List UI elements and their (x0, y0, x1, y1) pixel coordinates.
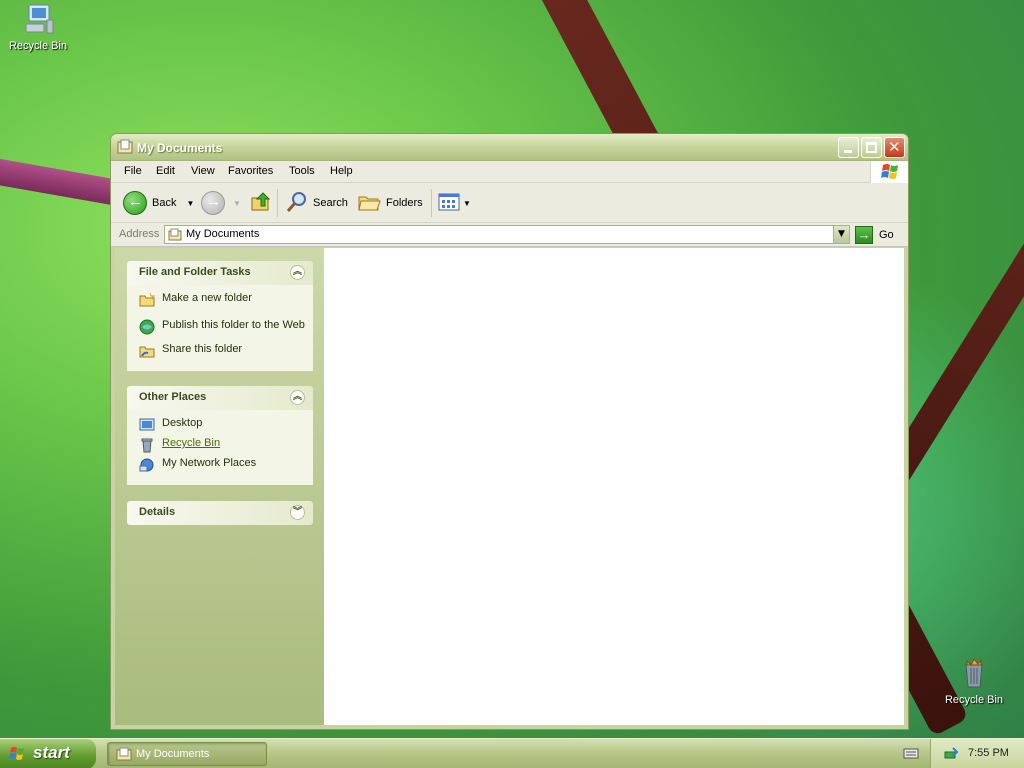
menu-file[interactable]: File (124, 165, 142, 177)
share-folder-icon (139, 343, 155, 359)
computer-icon (21, 2, 55, 36)
minimize-icon (844, 150, 852, 153)
recycle-bin-full-icon (957, 656, 991, 690)
other-places-panel: Other Places ︽ Desktop Recycle Bin My Ne… (127, 386, 313, 485)
window-title: My Documents (137, 141, 223, 155)
collapse-chevron-icon[interactable]: ︽ (290, 265, 305, 280)
desktop-icon-label: Recycle Bin (8, 40, 68, 52)
desktop-icon (139, 417, 155, 433)
address-value: My Documents (186, 228, 260, 240)
details-panel: Details ︾ (127, 501, 313, 525)
go-label: Go (879, 228, 894, 241)
panel-header[interactable]: Other Places ︽ (127, 386, 313, 410)
folder-documents-icon (117, 139, 133, 154)
taskbar-item-label: My Documents (136, 748, 210, 760)
place-recycle-bin[interactable]: Recycle Bin (127, 437, 313, 457)
folder-documents-icon (116, 747, 132, 761)
search-label: Search (313, 197, 348, 209)
back-button[interactable]: ← Back ▼ (123, 189, 194, 217)
menu-edit[interactable]: Edit (156, 165, 175, 177)
minimize-button[interactable] (838, 137, 859, 158)
standard-toolbar: ← Back ▼ → ▼ Search Folders ▼ (111, 183, 908, 223)
forward-button[interactable]: → ▼ (201, 189, 241, 217)
panel-header[interactable]: Details ︾ (127, 501, 313, 525)
network-places-icon (139, 457, 155, 473)
forward-arrow-icon: → (201, 191, 225, 215)
windows-flag-icon (9, 746, 26, 762)
address-label: Address (119, 228, 160, 240)
taskbar-item-my-documents[interactable]: My Documents (107, 742, 267, 766)
menu-bar: File Edit View Favorites Tools Help (111, 161, 908, 183)
explorer-window: My Documents ✕ File Edit View Favorites … (110, 133, 909, 730)
up-folder-icon (250, 191, 272, 216)
folders-icon (357, 191, 381, 216)
menu-tools[interactable]: Tools (289, 165, 315, 177)
start-button[interactable]: start (0, 739, 96, 768)
address-dropdown-icon[interactable]: ▼ (833, 226, 849, 243)
safely-remove-hardware-icon[interactable] (943, 746, 959, 762)
up-folder-button[interactable] (250, 189, 272, 217)
task-share-folder[interactable]: Share this folder (127, 343, 313, 363)
panel-title: Details (139, 506, 176, 518)
recycle-bin-icon (139, 437, 155, 453)
address-input[interactable]: My Documents ▼ (164, 225, 850, 244)
menu-favorites[interactable]: Favorites (228, 165, 273, 177)
views-icon (438, 192, 460, 215)
back-label: Back (152, 197, 177, 209)
menu-view[interactable]: View (191, 165, 215, 177)
explorer-body: File and Folder Tasks ︽ Make a new folde… (115, 248, 904, 725)
panel-title: Other Places (139, 391, 207, 403)
desktop-icon-recycle-bin[interactable]: Recycle Bin (936, 656, 1012, 706)
task-pane: File and Folder Tasks ︽ Make a new folde… (115, 248, 324, 725)
task-publish-folder-web[interactable]: Publish this folder to the Web (127, 319, 313, 339)
system-tray: 7:55 PM (930, 739, 1024, 768)
menu-help[interactable]: Help (330, 165, 353, 177)
task-make-new-folder[interactable]: Make a new folder (127, 292, 313, 312)
folders-button[interactable]: Folders (357, 189, 423, 217)
desktop-icon-label: Recycle Bin (944, 694, 1004, 706)
go-arrow-icon: → (855, 225, 873, 244)
panel-header[interactable]: File and Folder Tasks ︽ (127, 261, 313, 285)
folders-label: Folders (386, 197, 423, 209)
views-dropdown-icon[interactable]: ▼ (463, 199, 471, 208)
go-button[interactable]: → Go (855, 225, 894, 244)
maximize-icon (866, 142, 877, 153)
close-button[interactable]: ✕ (884, 137, 905, 158)
forward-dropdown-icon[interactable]: ▼ (233, 199, 241, 208)
desktop-icon-recycle-bin-top[interactable]: Recycle Bin (0, 2, 76, 52)
views-button[interactable]: ▼ (438, 189, 471, 217)
keyboard-icon[interactable] (903, 746, 919, 760)
address-bar: Address My Documents ▼ → Go (111, 223, 908, 247)
close-icon: ✕ (888, 138, 901, 156)
publish-web-icon (139, 319, 155, 335)
panel-title: File and Folder Tasks (139, 266, 251, 278)
place-my-network-places[interactable]: My Network Places (127, 457, 313, 477)
search-button[interactable]: Search (285, 189, 348, 217)
search-icon (285, 190, 309, 217)
start-label: start (33, 743, 70, 762)
expand-chevron-icon[interactable]: ︾ (290, 505, 305, 520)
folder-content-area[interactable] (324, 248, 904, 725)
back-arrow-icon: ← (123, 191, 147, 215)
maximize-button[interactable] (861, 137, 882, 158)
windows-logo-icon (870, 161, 908, 183)
file-folder-tasks-panel: File and Folder Tasks ︽ Make a new folde… (127, 261, 313, 371)
title-bar[interactable]: My Documents ✕ (111, 134, 908, 161)
place-desktop[interactable]: Desktop (127, 417, 313, 437)
new-folder-icon (139, 292, 156, 308)
collapse-chevron-icon[interactable]: ︽ (290, 390, 305, 405)
clock[interactable]: 7:55 PM (968, 747, 1009, 759)
taskbar: start My Documents 7:55 PM (0, 738, 1024, 768)
back-dropdown-icon[interactable]: ▼ (186, 199, 194, 208)
folder-documents-icon (168, 228, 182, 241)
